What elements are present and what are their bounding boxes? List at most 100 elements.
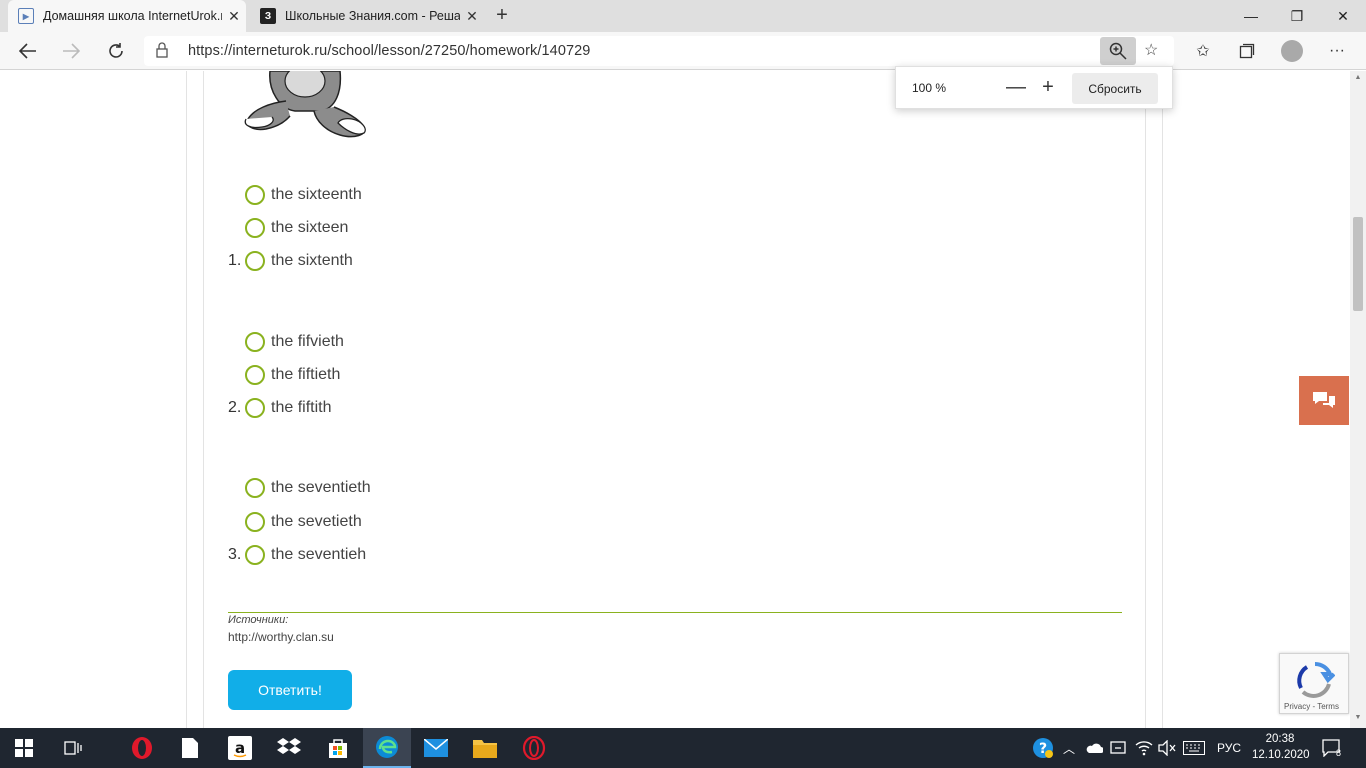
answer-option[interactable]: the sixteenth	[245, 184, 362, 206]
edge-icon	[376, 736, 398, 758]
amazon-taskbar-app[interactable]: a	[216, 728, 264, 768]
explorer-taskbar-app[interactable]	[461, 728, 509, 768]
chevron-up-icon[interactable]: ︿	[1063, 728, 1075, 768]
file-taskbar-app[interactable]	[166, 728, 214, 768]
zoom-out-button[interactable]: —	[1003, 75, 1029, 101]
zoom-popup: 100 % — + Сбросить	[895, 66, 1173, 109]
answer-option[interactable]: the sevetieth	[245, 511, 362, 533]
radio-button[interactable]	[245, 478, 265, 498]
network-adapter-icon[interactable]	[1110, 728, 1128, 768]
opera-gx-taskbar-app[interactable]	[510, 728, 558, 768]
question-number: 3.	[228, 546, 242, 563]
radio-button[interactable]	[245, 365, 265, 385]
volume-muted-icon[interactable]	[1158, 728, 1176, 768]
forward-button[interactable]	[56, 37, 86, 65]
option-label: the sixteen	[271, 219, 349, 236]
answer-option[interactable]: the seventieh	[245, 544, 366, 566]
submit-answer-button[interactable]: Ответить!	[228, 670, 352, 710]
zoom-in-button[interactable]: +	[1035, 75, 1061, 101]
scroll-thumb[interactable]	[1353, 217, 1363, 311]
more-menu-icon[interactable]: ···	[1322, 37, 1352, 65]
radio-button[interactable]	[245, 398, 265, 418]
question-number: 2.	[228, 399, 242, 416]
opera-outline-icon	[522, 736, 546, 760]
recaptcha-badge[interactable]: Privacy - Terms	[1279, 653, 1349, 714]
amazon-icon: a	[228, 736, 252, 760]
answer-option[interactable]: the fiftieth	[245, 364, 340, 386]
radio-button[interactable]	[245, 185, 265, 205]
opera-icon	[132, 737, 152, 759]
tab-title: Школьные Знания.com - Решае	[285, 9, 460, 23]
store-taskbar-app[interactable]	[314, 728, 362, 768]
content-border-right	[1145, 71, 1163, 728]
cartoon-illustration	[240, 71, 370, 141]
edge-taskbar-app[interactable]	[363, 728, 411, 768]
zoom-icon[interactable]	[1100, 37, 1136, 65]
address-bar[interactable]: https://interneturok.ru/school/lesson/27…	[144, 36, 1174, 66]
new-tab-button[interactable]: +	[490, 4, 514, 28]
favorites-icon[interactable]: ✩	[1188, 37, 1218, 65]
opera-taskbar-app[interactable]	[118, 728, 166, 768]
document-icon	[182, 738, 198, 758]
refresh-icon	[109, 43, 123, 58]
page-scrollbar[interactable]: ▲ ▼	[1350, 71, 1366, 728]
windows-icon	[15, 739, 33, 757]
sources-link[interactable]: http://worthy.clan.su	[228, 630, 334, 644]
collections-icon[interactable]	[1232, 37, 1262, 65]
clock-time: 20:38	[1265, 733, 1295, 745]
profile-avatar[interactable]	[1277, 37, 1307, 65]
tab-close-icon[interactable]: ✕	[222, 8, 246, 25]
start-button[interactable]	[0, 728, 48, 768]
play-icon: ▶	[18, 8, 34, 24]
help-tray-icon[interactable]: ?	[1032, 728, 1054, 768]
clock-date: 12.10.2020	[1252, 749, 1310, 761]
lock-icon	[156, 42, 172, 60]
sources-divider	[228, 612, 1122, 613]
task-view-icon	[64, 741, 82, 755]
option-label: the sixteenth	[271, 186, 362, 203]
task-view-button[interactable]	[48, 728, 96, 768]
radio-button[interactable]	[245, 218, 265, 238]
radio-button[interactable]	[245, 545, 265, 565]
tab-close-icon[interactable]: ✕	[460, 8, 484, 25]
zoom-reset-button[interactable]: Сбросить	[1072, 73, 1158, 104]
minimize-button[interactable]: —	[1228, 0, 1274, 32]
dropbox-taskbar-app[interactable]	[265, 728, 313, 768]
restore-button[interactable]: ❐	[1274, 0, 1320, 32]
url-text[interactable]: https://interneturok.ru/school/lesson/27…	[188, 43, 590, 59]
answer-option[interactable]: the sixteen	[245, 217, 348, 239]
answer-option[interactable]: the fifvieth	[245, 331, 344, 353]
system-clock[interactable]: 20:38 12.10.2020	[1252, 731, 1310, 763]
keyboard-icon[interactable]	[1183, 728, 1205, 768]
answer-option[interactable]: the seventieth	[245, 477, 371, 499]
sources-label: Источники:	[228, 614, 289, 626]
tab-interneturok[interactable]: ▶ Домашняя школа InternetUrok.ru ✕	[8, 0, 246, 32]
radio-button[interactable]	[245, 332, 265, 352]
notification-count: 8	[1336, 748, 1342, 758]
onedrive-icon[interactable]	[1085, 728, 1103, 768]
tab-title: Домашняя школа InternetUrok.ru	[43, 9, 222, 23]
answer-option[interactable]: the sixtenth	[245, 250, 353, 272]
option-label: the seventieh	[271, 546, 367, 563]
notification-center[interactable]: 8	[1322, 728, 1341, 768]
refresh-button[interactable]	[101, 37, 131, 65]
chat-button[interactable]	[1299, 376, 1349, 425]
radio-button[interactable]	[245, 512, 265, 532]
mail-taskbar-app[interactable]	[412, 728, 460, 768]
scroll-up-icon[interactable]: ▲	[1353, 74, 1363, 84]
avatar	[1281, 40, 1303, 62]
dropbox-icon	[277, 738, 301, 754]
radio-button[interactable]	[245, 251, 265, 271]
answer-option[interactable]: the fiftith	[245, 397, 331, 419]
back-button[interactable]	[13, 37, 43, 65]
close-window-button[interactable]: ✕	[1320, 0, 1366, 32]
scroll-down-icon[interactable]: ▼	[1353, 714, 1363, 724]
tab-znanija[interactable]: З Школьные Знания.com - Решае ✕	[250, 0, 484, 32]
language-indicator[interactable]: РУС	[1217, 728, 1241, 768]
question-number: 1.	[228, 252, 242, 269]
wifi-icon[interactable]	[1135, 728, 1153, 768]
favorite-star-icon[interactable]: ☆	[1144, 40, 1158, 60]
recaptcha-terms[interactable]: Privacy - Terms	[1284, 702, 1339, 711]
store-icon	[329, 739, 347, 758]
chat-bubbles-icon	[1313, 391, 1335, 408]
